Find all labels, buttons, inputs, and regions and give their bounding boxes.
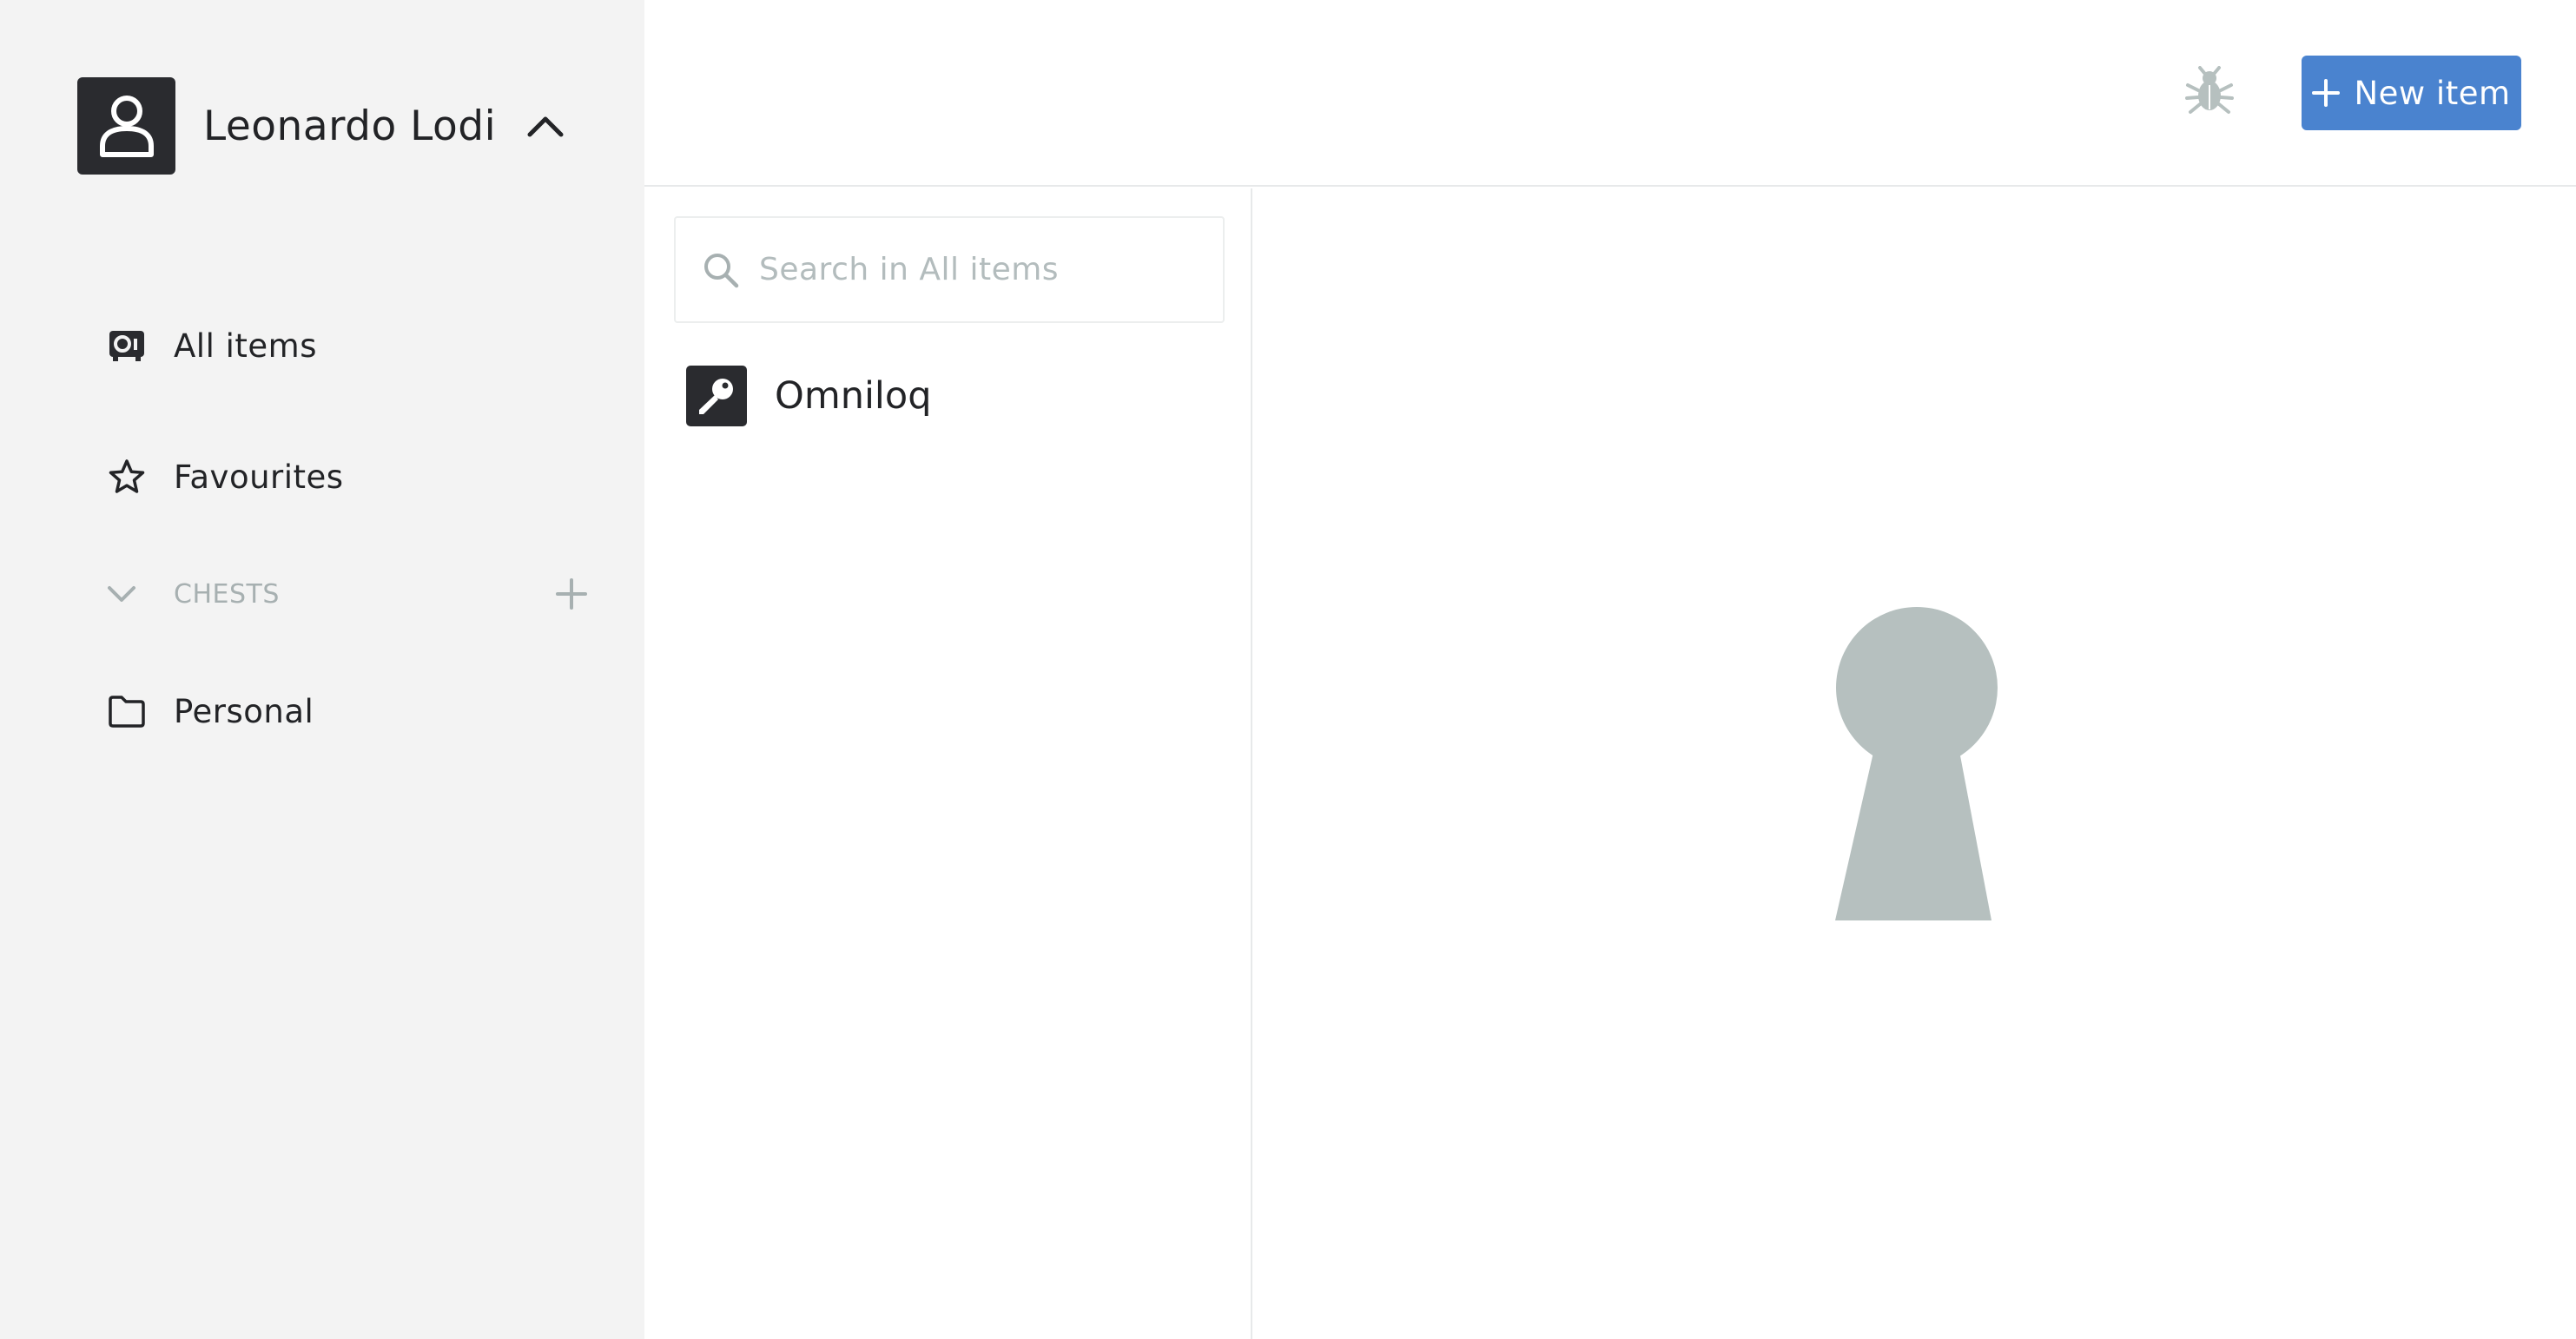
sidebar-item-all-items[interactable]: All items bbox=[108, 327, 317, 365]
profile-name: Leonardo Lodi bbox=[203, 102, 497, 150]
search-icon bbox=[702, 251, 740, 289]
new-item-label: New item bbox=[2354, 74, 2511, 112]
app-window: Leonardo Lodi All items Favourites CHEST… bbox=[0, 0, 2576, 1339]
plus-icon bbox=[2312, 79, 2341, 107]
sidebar: Leonardo Lodi All items Favourites CHEST… bbox=[0, 0, 644, 1339]
sidebar-item-label: Favourites bbox=[174, 458, 344, 496]
sidebar-item-label: All items bbox=[174, 327, 318, 365]
vault-icon bbox=[108, 327, 146, 365]
search-box[interactable] bbox=[674, 216, 1225, 323]
chests-section-header: CHESTS bbox=[104, 570, 591, 618]
folder-icon bbox=[108, 692, 146, 730]
chevron-up-icon[interactable] bbox=[527, 115, 564, 137]
new-item-button[interactable]: New item bbox=[2302, 56, 2521, 130]
items-list-panel: Omniloq bbox=[644, 188, 1252, 1339]
profile-menu[interactable]: Leonardo Lodi bbox=[77, 77, 564, 175]
bug-icon bbox=[2183, 66, 2236, 122]
chests-section-title: CHESTS bbox=[174, 578, 280, 610]
detail-pane bbox=[1254, 188, 2576, 1339]
sidebar-item-label: Personal bbox=[174, 692, 314, 730]
list-item[interactable]: Omniloq bbox=[686, 365, 1207, 427]
add-chest-button[interactable] bbox=[552, 575, 591, 613]
search-input[interactable] bbox=[759, 252, 1211, 287]
user-icon bbox=[77, 77, 175, 175]
top-toolbar bbox=[644, 0, 2576, 187]
bug-report-button[interactable] bbox=[2183, 66, 2236, 122]
keyhole-icon bbox=[1833, 607, 2000, 924]
item-name: Omniloq bbox=[775, 374, 932, 418]
star-icon bbox=[108, 458, 146, 496]
chevron-down-icon[interactable] bbox=[104, 577, 139, 611]
sidebar-item-favourites[interactable]: Favourites bbox=[108, 458, 344, 496]
sidebar-item-personal[interactable]: Personal bbox=[108, 692, 314, 730]
key-icon bbox=[686, 366, 747, 426]
